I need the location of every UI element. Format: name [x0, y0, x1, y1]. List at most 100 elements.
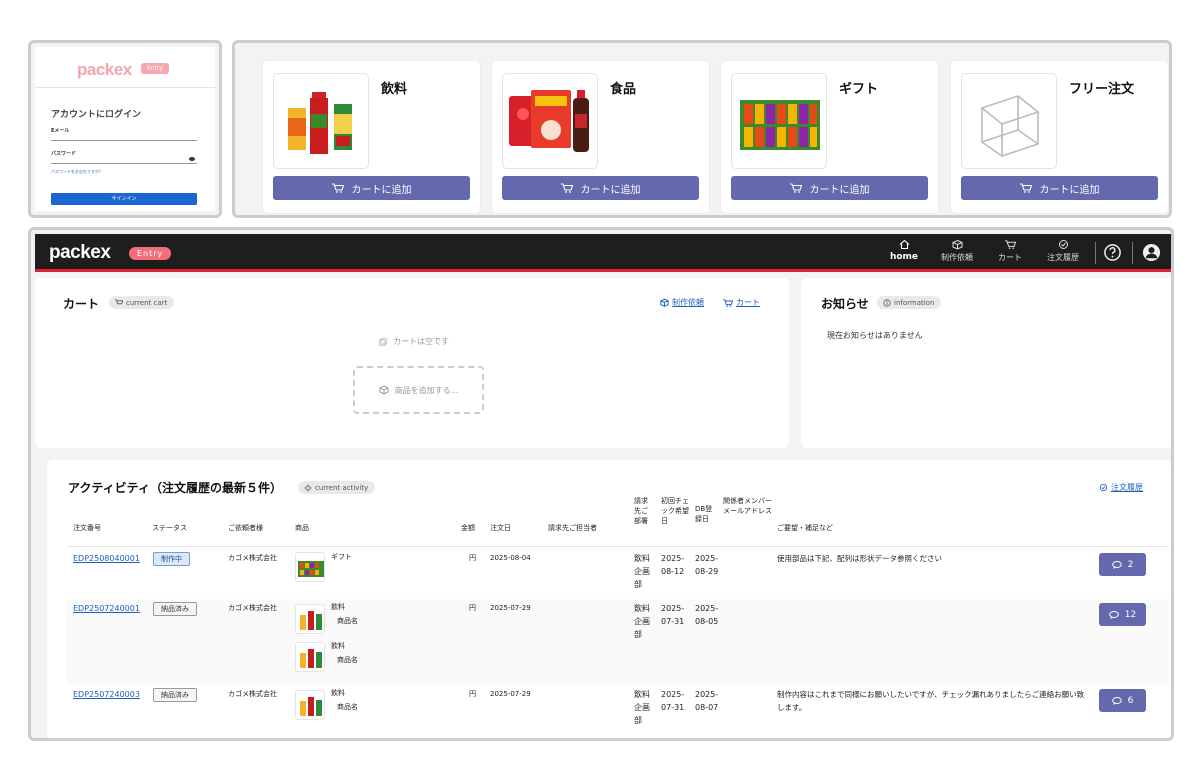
- forgot-password-link[interactable]: パスワードをお忘れですか？: [51, 169, 103, 175]
- add-box-icon: [379, 385, 389, 395]
- billing-dept: 飲料企画部: [634, 604, 650, 639]
- nav-order-history[interactable]: 注文履歴: [1040, 239, 1086, 263]
- col-notes: ご要望・補足など: [777, 524, 833, 532]
- notice-title: お知らせ: [821, 297, 869, 311]
- item-thumbnail-beverage: [295, 690, 325, 720]
- client-name: カゴメ株式会社: [228, 554, 277, 562]
- cube-icon: [952, 239, 962, 250]
- nav-production-request-label: 制作依頼: [941, 253, 973, 262]
- production-request-link[interactable]: 制作依頼: [660, 297, 704, 308]
- col-status: ステータス: [152, 524, 187, 532]
- item-category: 飲料: [331, 603, 345, 611]
- order-date: 2025-08-04: [490, 554, 531, 562]
- login-title: アカウントにログイン: [51, 110, 142, 120]
- billing-dept: 飲料企画部: [634, 690, 650, 725]
- cart-panel: カート current cart 制作依頼 カート カートは空です 商品を追加す…: [35, 278, 789, 448]
- nav-cart[interactable]: カート: [987, 239, 1033, 263]
- user-avatar-icon[interactable]: [1142, 243, 1161, 262]
- add-to-cart-button-gift[interactable]: カートに追加: [731, 176, 928, 200]
- request-note: 制作内容はこれまで同様にお願いしたいですが、チェック漏れありましたらご連絡お願い…: [777, 690, 1085, 712]
- comments-button[interactable]: 6: [1099, 689, 1146, 712]
- product-image-beverage: [273, 73, 369, 169]
- password-field[interactable]: [51, 156, 197, 164]
- cart-icon: [789, 183, 802, 193]
- copy-icon: [379, 337, 388, 346]
- product-name-food: 食品: [610, 82, 637, 97]
- col-product: 商品: [295, 524, 309, 532]
- help-icon[interactable]: [1103, 243, 1122, 262]
- item-category: 飲料: [331, 642, 345, 650]
- top-navigation-bar: packex Entry home 制作依頼 カート 注文履歴: [35, 234, 1171, 272]
- home-icon: [899, 239, 909, 250]
- order-history-link[interactable]: 注文履歴: [1099, 482, 1143, 493]
- product-card-beverage: 飲料 カートに追加: [263, 61, 480, 213]
- billing-dept: 飲料企画部: [634, 554, 650, 589]
- login-entry-badge: Entry: [141, 63, 169, 74]
- cart-icon: [1004, 240, 1016, 249]
- brand-logo[interactable]: packex: [49, 242, 111, 264]
- item-name: 商品名: [337, 703, 358, 711]
- first-check-date: 2025-08-12: [661, 554, 685, 576]
- col-member-emails: 関係者メンバーメールアドレス: [723, 497, 772, 515]
- order-date: 2025-07-29: [490, 604, 531, 612]
- activity-title: アクティビティ（注文履歴の最新５件）: [68, 481, 282, 495]
- login-divider: [35, 87, 215, 88]
- product-card-free-order: フリー注文 カートに追加: [951, 61, 1168, 213]
- login-logo: packex: [77, 60, 132, 79]
- add-to-cart-label: カートに追加: [1039, 184, 1100, 196]
- table-row: EDP2507240003 納品済み カゴメ株式会社 飲料 商品名 円 2025…: [67, 685, 1169, 738]
- comments-count: 2: [1127, 559, 1134, 570]
- cart-icon: [723, 298, 733, 307]
- col-first-check-date: 初回チェック希望日: [661, 497, 689, 525]
- nav-home[interactable]: home: [881, 239, 927, 262]
- sparkle-icon: [304, 483, 312, 492]
- email-field[interactable]: [51, 133, 197, 141]
- current-cart-pill-label: current cart: [126, 298, 168, 307]
- status-badge: 納品済み: [153, 602, 197, 616]
- item-category: ギフト: [331, 553, 352, 561]
- comments-button[interactable]: 12: [1099, 603, 1146, 626]
- add-to-cart-label: カートに追加: [351, 184, 412, 196]
- current-activity-pill-label: current activity: [315, 483, 369, 492]
- current-activity-pill: current activity: [298, 481, 376, 494]
- nav-production-request[interactable]: 制作依頼: [934, 239, 980, 263]
- col-client: ご依頼者様: [228, 524, 263, 532]
- no-notice-message: 現在お知らせはありません: [827, 331, 923, 340]
- add-to-cart-button-food[interactable]: カートに追加: [502, 176, 699, 200]
- nav-divider: [1095, 242, 1096, 264]
- chat-icon: [1108, 610, 1119, 619]
- status-badge: 納品済み: [153, 688, 197, 702]
- item-thumbnail-beverage: [295, 642, 325, 672]
- cart-empty-text: カートは空です: [393, 337, 449, 346]
- entry-badge: Entry: [129, 247, 172, 260]
- order-number-link[interactable]: EDP2507240001: [73, 602, 140, 615]
- cube-icon: [660, 298, 669, 307]
- add-product-dropzone[interactable]: 商品を追加する...: [353, 366, 484, 414]
- col-order-date: 注文日: [490, 524, 511, 532]
- login-preview-panel: packex Entry アカウントにログイン Eメール パスワード パスワード…: [28, 40, 222, 218]
- order-number-link[interactable]: EDP2508040001: [73, 552, 140, 565]
- add-to-cart-button-beverage[interactable]: カートに追加: [273, 176, 470, 200]
- cart-link-label: カート: [736, 298, 760, 307]
- cart-icon: [115, 299, 123, 305]
- status-badge: 制作中: [153, 552, 190, 566]
- nav-cart-label: カート: [998, 253, 1022, 262]
- client-name: カゴメ株式会社: [228, 690, 277, 698]
- product-name-gift: ギフト: [839, 82, 879, 97]
- signin-button[interactable]: サインイン: [51, 193, 197, 205]
- table-row: EDP2508040001 制作中 カゴメ株式会社 ギフト 円 2025-08-…: [67, 547, 1169, 599]
- add-to-cart-button-free-order[interactable]: カートに追加: [961, 176, 1158, 200]
- client-name: カゴメ株式会社: [228, 604, 277, 612]
- history-icon: [1099, 483, 1108, 492]
- activity-panel: アクティビティ（注文履歴の最新５件） current activity 注文履歴…: [47, 460, 1171, 738]
- show-password-icon[interactable]: [189, 157, 195, 161]
- nav-order-history-label: 注文履歴: [1047, 253, 1079, 262]
- add-to-cart-label: カートに追加: [580, 184, 641, 196]
- product-image-food: [502, 73, 598, 169]
- cart-link[interactable]: カート: [723, 297, 760, 308]
- col-amount: 金額: [461, 524, 475, 532]
- order-number-link[interactable]: EDP2507240003: [73, 688, 140, 701]
- cart-empty-message: カートは空です: [379, 336, 449, 347]
- dashboard-window: packex Entry home 制作依頼 カート 注文履歴 カート curr…: [28, 227, 1174, 741]
- comments-button[interactable]: 2: [1099, 553, 1146, 576]
